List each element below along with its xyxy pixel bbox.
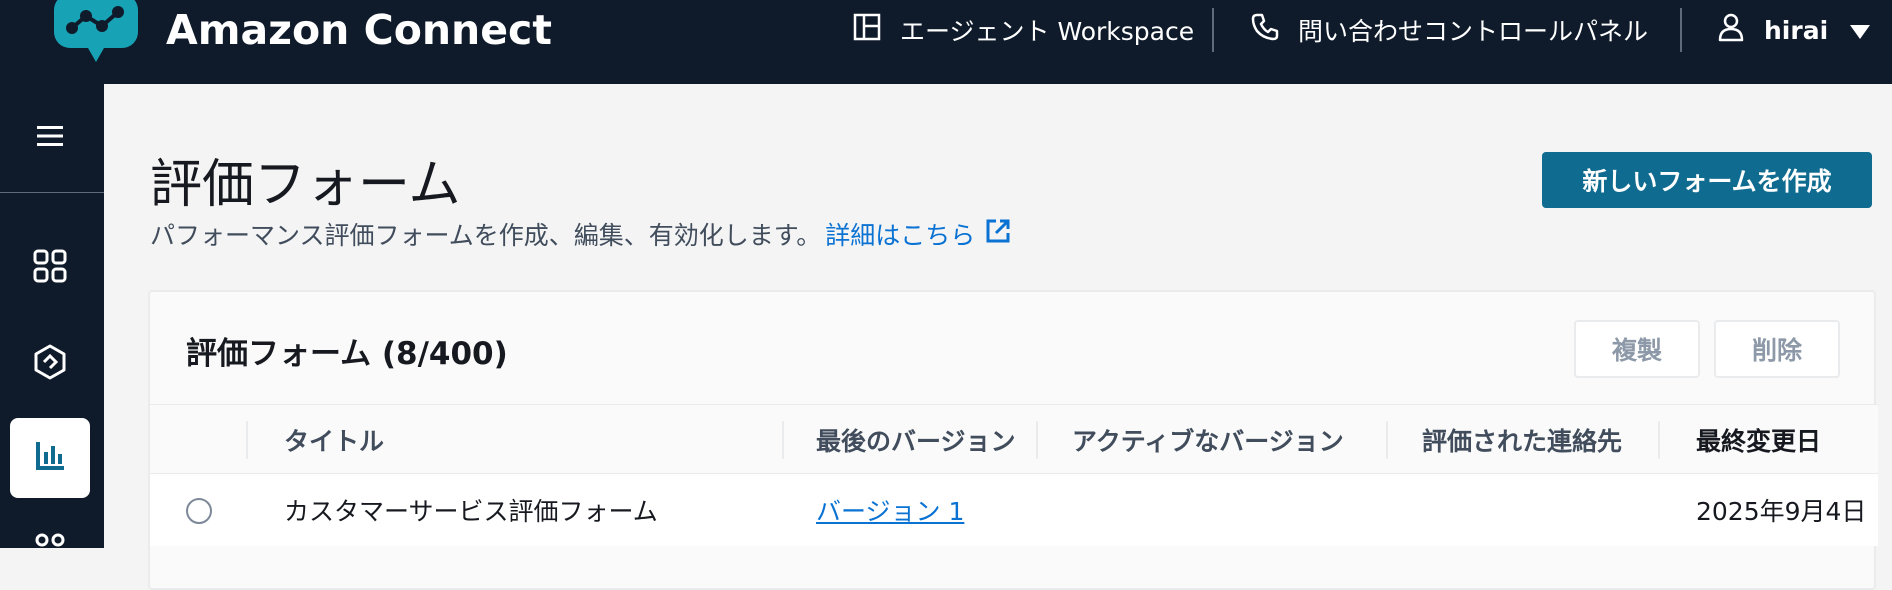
learn-more-label: 詳細はこちら	[825, 221, 976, 250]
user-name: hirai	[1764, 15, 1829, 45]
app-title[interactable]: Amazon Connect	[166, 6, 552, 54]
table-header: タイトル 最後のバージョン アクティブなバージョン 評価された連絡先 最終変更日	[150, 404, 1878, 474]
nav-divider	[1680, 8, 1682, 52]
column-header-active-version[interactable]: アクティブなバージョン	[1072, 405, 1344, 475]
column-divider	[782, 421, 784, 459]
user-menu[interactable]: hirai	[1716, 10, 1888, 50]
copy-button[interactable]: 複製	[1574, 320, 1700, 378]
column-divider	[1386, 421, 1388, 459]
evaluation-forms-table: 評価フォーム (8/400) 複製 削除 タイトル 最後のバージョン アクティブ…	[148, 290, 1878, 590]
contact-control-panel-label: 問い合わせコントロールパネル	[1298, 17, 1649, 46]
cell-latest-version: バージョン 1	[816, 474, 964, 546]
phone-icon	[1250, 12, 1298, 48]
sidebar-item-routing[interactable]	[10, 324, 90, 404]
table-title: 評価フォーム (8/400)	[186, 336, 508, 372]
sidebar-item-analytics[interactable]	[10, 418, 90, 498]
side-navigation	[0, 84, 104, 548]
user-icon	[1716, 12, 1764, 48]
column-divider	[246, 421, 248, 459]
layout-panel-icon	[852, 12, 900, 48]
contact-control-panel-link[interactable]: 問い合わせコントロールパネル	[1250, 10, 1648, 50]
menu-toggle-button[interactable]	[10, 98, 90, 178]
top-navigation: Amazon Connect エージェント Workspace 問い合わせコント…	[0, 0, 1892, 84]
column-header-latest-version[interactable]: 最後のバージョン	[816, 405, 1016, 475]
column-header-evaluated-contacts[interactable]: 評価された連絡先	[1422, 405, 1622, 475]
users-icon	[32, 528, 68, 568]
agent-workspace-label: エージェント Workspace	[900, 17, 1195, 46]
page-description-text: パフォーマンス評価フォームを作成、編集、有効化します。	[150, 221, 822, 250]
column-divider	[1658, 421, 1660, 459]
column-header-title[interactable]: タイトル	[284, 405, 384, 475]
hexagon-routing-icon	[32, 344, 68, 384]
page-description: パフォーマンス評価フォームを作成、編集、有効化します。 詳細はこちら	[150, 216, 1011, 252]
column-header-last-modified[interactable]: 最終変更日	[1696, 405, 1821, 475]
main-content: 評価フォーム パフォーマンス評価フォームを作成、編集、有効化します。 詳細はこち…	[104, 84, 1892, 590]
cell-last-modified: 2025年9月4日 1	[1696, 497, 1876, 526]
sidebar-item-dashboard[interactable]	[10, 228, 90, 308]
sidebar-item-users[interactable]	[10, 508, 90, 588]
sidebar-divider	[0, 192, 104, 193]
column-divider	[1036, 421, 1038, 459]
create-form-button[interactable]: 新しいフォームを作成	[1542, 152, 1872, 208]
cell-title: カスタマーサービス評価フォーム	[284, 497, 658, 526]
page-title: 評価フォーム	[150, 155, 461, 215]
delete-button[interactable]: 削除	[1714, 320, 1840, 378]
learn-more-link[interactable]: 詳細はこちら	[825, 216, 1011, 252]
bar-chart-icon	[32, 438, 68, 478]
grid-dashboard-icon	[32, 248, 68, 288]
row-select-radio[interactable]	[186, 498, 212, 524]
table-row[interactable]: カスタマーサービス評価フォーム バージョン 1 2025年9月4日 1	[150, 474, 1878, 546]
caret-down-icon	[1850, 16, 1888, 45]
nav-divider	[1212, 8, 1214, 52]
agent-workspace-link[interactable]: エージェント Workspace	[852, 10, 1194, 50]
amazon-connect-logo-icon[interactable]	[52, 0, 140, 64]
hamburger-menu-icon	[35, 124, 65, 152]
latest-version-link[interactable]: バージョン 1	[816, 492, 964, 528]
external-link-icon	[975, 218, 1011, 250]
